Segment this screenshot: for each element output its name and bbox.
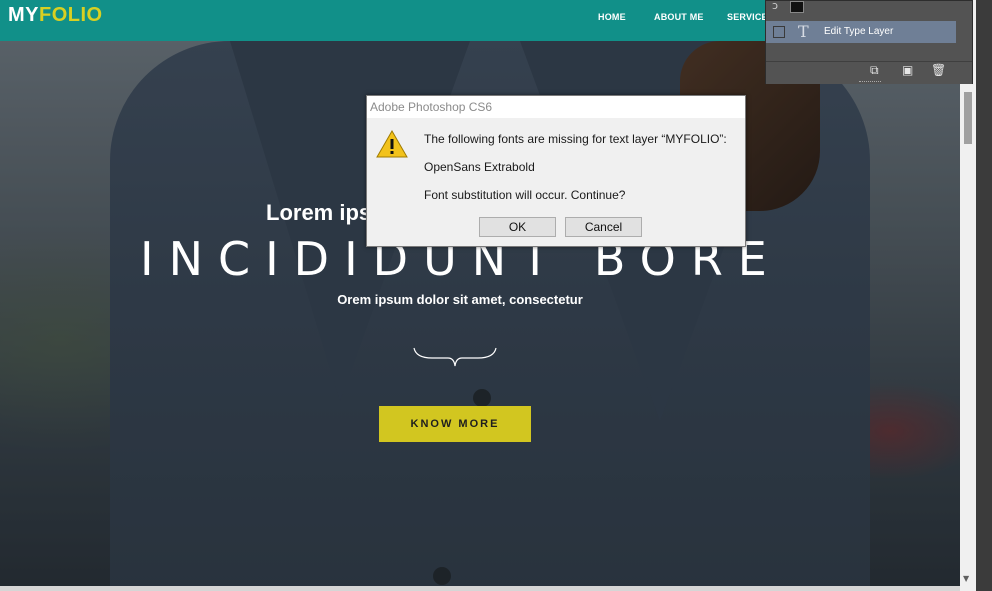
dialog-titlebar[interactable]: Adobe Photoshop CS6 bbox=[367, 96, 745, 118]
nav-home[interactable]: HOME bbox=[598, 12, 626, 22]
cancel-button[interactable]: Cancel bbox=[565, 217, 642, 237]
know-more-button[interactable]: KNOW MORE bbox=[379, 406, 531, 442]
scroll-down-arrow-icon[interactable]: ▼ bbox=[963, 574, 969, 583]
new-layer-icon[interactable]: ⧉ bbox=[870, 63, 879, 78]
warning-icon bbox=[376, 130, 408, 158]
link-icon: ↄ bbox=[772, 0, 779, 12]
dialog-message-line2: OpenSans Extrabold bbox=[424, 160, 535, 174]
text-layer-icon: T bbox=[798, 22, 809, 41]
brace-divider-icon bbox=[413, 347, 497, 367]
site-logo[interactable]: MYFOLIO bbox=[8, 4, 103, 27]
trash-icon[interactable]: 🗑 bbox=[931, 63, 946, 77]
hero-subtitle: Lorem ips bbox=[266, 200, 372, 225]
nav-about-me[interactable]: ABOUT ME bbox=[654, 12, 704, 22]
layer-thumbnail bbox=[790, 1, 804, 13]
ok-button[interactable]: OK bbox=[479, 217, 556, 237]
window-edge bbox=[976, 0, 992, 591]
resize-grip[interactable] bbox=[859, 81, 881, 84]
dialog-message-line3: Font substitution will occur. Continue? bbox=[424, 188, 626, 202]
layers-panel: ↄ T Edit Type Layer ⧉ ▣ 🗑 bbox=[765, 0, 973, 84]
scrollbar-thumb[interactable] bbox=[964, 92, 972, 144]
vertical-scrollbar[interactable] bbox=[960, 0, 976, 591]
layer-row-selected[interactable]: T Edit Type Layer bbox=[766, 21, 956, 43]
camera-icon[interactable]: ▣ bbox=[902, 63, 913, 77]
horizontal-scrollbar[interactable] bbox=[0, 586, 960, 591]
hero-tagline: Orem ipsum dolor sit amet, consectetur bbox=[337, 292, 583, 307]
missing-fonts-dialog: Adobe Photoshop CS6 The following fonts … bbox=[366, 95, 746, 247]
logo-my: MY bbox=[8, 4, 39, 26]
layer-name: Edit Type Layer bbox=[824, 26, 894, 37]
dialog-message-line1: The following fonts are missing for text… bbox=[424, 132, 727, 146]
layer-row[interactable]: ↄ bbox=[766, 0, 956, 19]
dialog-title: Adobe Photoshop CS6 bbox=[370, 100, 493, 114]
logo-folio: FOLIO bbox=[39, 4, 103, 26]
layer-visibility-checkbox[interactable] bbox=[773, 26, 785, 38]
